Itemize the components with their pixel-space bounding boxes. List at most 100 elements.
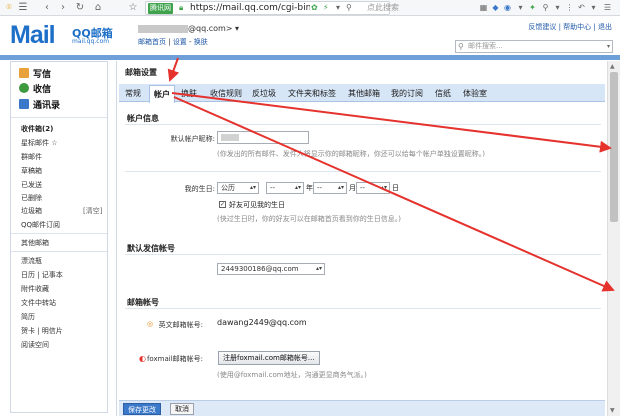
settings-link[interactable]: 设置 [173,38,187,46]
birthday-label: 我的生日: [184,185,215,193]
nickname-label: 默认帐户昵称: [170,135,215,143]
receive-label: 收信 [33,85,52,95]
sidebar-item-inbox[interactable]: 收件箱(2) [21,124,53,134]
birthday-visible-label[interactable]: 好友可见我的生日 [229,200,285,210]
grid-icon[interactable]: ▦ [478,2,489,13]
chevron-icon: ▴▾ [249,184,256,191]
url-text[interactable]: https://mail.qq.com/cgi-bin/fr [190,2,310,14]
adblock-icon[interactable]: ◉ [502,2,513,13]
menu-icon[interactable]: ☰ [16,1,30,15]
tab-stationery[interactable]: 信纸 [435,88,451,99]
action-bar: 保存更改 取消 [119,400,605,416]
birthday-visible-checkbox[interactable]: ✓ [219,201,226,208]
sidebar-item-starred[interactable]: 星标邮件 ☆ [21,138,58,148]
sidebar-item-subscription[interactable]: QQ邮件订阅 [21,220,60,230]
sidebar-item-cards[interactable]: 贺卡 | 明信片 [21,326,63,336]
plugin-icon[interactable]: ✦ [527,2,538,13]
tab-subscriptions[interactable]: 我的订阅 [391,88,423,99]
sidebar-item-calendar[interactable]: 日历 | 记事本 [21,270,63,280]
calendar-type-select[interactable]: 公历 ▴▾ [217,182,259,194]
receive-button[interactable]: 收信 [19,82,51,95]
birth-day-value: -- [360,184,366,192]
english-account-label: 英文邮箱帐号: [158,321,203,329]
sidebar-item-group[interactable]: 群邮件 [21,152,42,162]
clear-spam-link[interactable]: [清空] [83,206,102,216]
page-scrollbar[interactable]: ▲ ▼ [607,61,620,416]
sidebar-item-sent[interactable]: 已发送 [21,180,42,190]
window-menu-icon[interactable]: ☰ [602,2,613,13]
birth-year-select[interactable]: -- ▴▾ [266,182,304,194]
sidebar-item-resume[interactable]: 简历 [21,312,35,322]
dropdown2-icon[interactable]: ▾ [588,2,599,13]
tab-antispam[interactable]: 反垃圾 [252,88,276,99]
search-icon[interactable]: ⚲ [346,2,352,14]
lock-icon: 🔒︎ [179,3,184,12]
more-icon[interactable]: ▾ [552,2,563,13]
sidebar-other-header[interactable]: 其他邮箱 [21,238,49,248]
sidebar-item-filetransfer[interactable]: 文件中转站 [21,298,56,308]
sidebar-item-bottle[interactable]: 漂流瓶 [21,256,42,266]
home-icon[interactable]: ⌂ [91,1,105,15]
sidebar-divider [11,233,107,234]
address-bar[interactable]: 腾讯网 🔒︎ https://mail.qq.com/cgi-bin/fr ✿ … [145,1,390,15]
default-sender-select[interactable]: 2449300186@qq.com ▴▾ [217,263,325,275]
account-suffix: @qq.com> ▾ [188,24,240,33]
calendar-type-value: 公历 [221,184,235,192]
dropdown-icon[interactable]: ▾ [336,2,340,14]
save-button[interactable]: 保存更改 [123,403,161,415]
home-link[interactable]: 邮箱首页 [138,38,166,46]
sidebar-item-deleted[interactable]: 已删除 [21,193,42,203]
sidebar-item-reading[interactable]: 阅读空间 [21,340,49,350]
sidebar: 写信 收信 通讯录 收件箱(2) 星标邮件 ☆ 群邮件 草稿箱 已发送 已删除 … [10,61,108,413]
contacts-label: 通讯录 [33,101,61,111]
forward-icon[interactable]: › [56,1,70,15]
mail-search-input[interactable]: ⚲ 邮件搜索... ▾ [455,40,613,53]
tab-skin[interactable]: 换肤 [181,88,197,99]
section-divider [125,254,601,255]
section-divider [125,171,601,172]
month-suffix: 月 [349,184,356,192]
scroll-up-icon[interactable]: ▲ [610,63,615,70]
blurred-username [138,24,188,33]
birth-year-value: -- [270,184,276,192]
cancel-button[interactable]: 取消 [170,403,194,415]
chevron-icon: ▴▾ [380,184,387,191]
tab-account[interactable]: 帐户 [149,85,175,103]
back-icon[interactable]: ‹ [40,1,54,15]
sidebar-item-attachments[interactable]: 附件收藏 [21,284,49,294]
tab-other-mailbox[interactable]: 其他邮箱 [348,88,380,99]
extension-icon[interactable]: ◆ [490,2,501,13]
scroll-down-icon[interactable]: ▼ [610,407,615,414]
browser-search-box[interactable]: 点此搜索 [367,1,477,15]
chevron-down-icon[interactable]: ▾ [607,41,610,52]
birth-day-select[interactable]: -- ▴▾ [356,182,390,194]
register-foxmail-button[interactable]: 注册foxmail.com邮箱帐号... [218,351,320,365]
sidebar-item-drafts[interactable]: 草稿箱 [21,166,42,176]
nickname-input[interactable] [217,131,309,144]
undo-icon[interactable]: ↶ [576,2,587,13]
grid2-icon[interactable]: ⋮ [564,2,575,13]
section-mail-accounts: 邮箱帐号 [127,298,159,307]
dropdown-small-icon[interactable]: ▾ [515,2,526,13]
birth-month-value: -- [317,184,323,192]
user-account[interactable]: @qq.com> ▾ [138,24,239,33]
gear-icon[interactable]: ✿ [311,2,318,14]
tab-rules[interactable]: 收信规则 [210,88,242,99]
tab-folders[interactable]: 文件夹和标签 [288,88,336,99]
foxmail-hint: (使用@foxmail.com地址，沟通更显商务气派。) [217,371,367,379]
skin-link[interactable]: 换肤 [194,38,208,46]
contacts-button[interactable]: 通讯录 [19,98,60,111]
tab-lab[interactable]: 体验室 [463,88,487,99]
lightning-icon[interactable]: ⚡ [323,2,329,14]
scroll-thumb[interactable] [610,72,618,222]
bookmark-star-icon[interactable]: ☆ [126,1,140,15]
birth-month-select[interactable]: -- ▴▾ [313,182,347,194]
refresh-icon[interactable]: ↻ [73,1,87,15]
sidebar-item-spam[interactable]: 垃圾箱 [21,206,42,216]
zoom-icon[interactable]: ⚲ [540,2,551,13]
tab-general[interactable]: 常规 [125,88,141,99]
top-links[interactable]: 反馈建议 | 帮助中心 | 退出 [528,22,612,32]
compose-button[interactable]: 写信 [19,67,51,80]
header-band [0,55,620,60]
qqmail-logo[interactable]: Mail QQ邮箱 mail.qq.com [10,22,113,48]
